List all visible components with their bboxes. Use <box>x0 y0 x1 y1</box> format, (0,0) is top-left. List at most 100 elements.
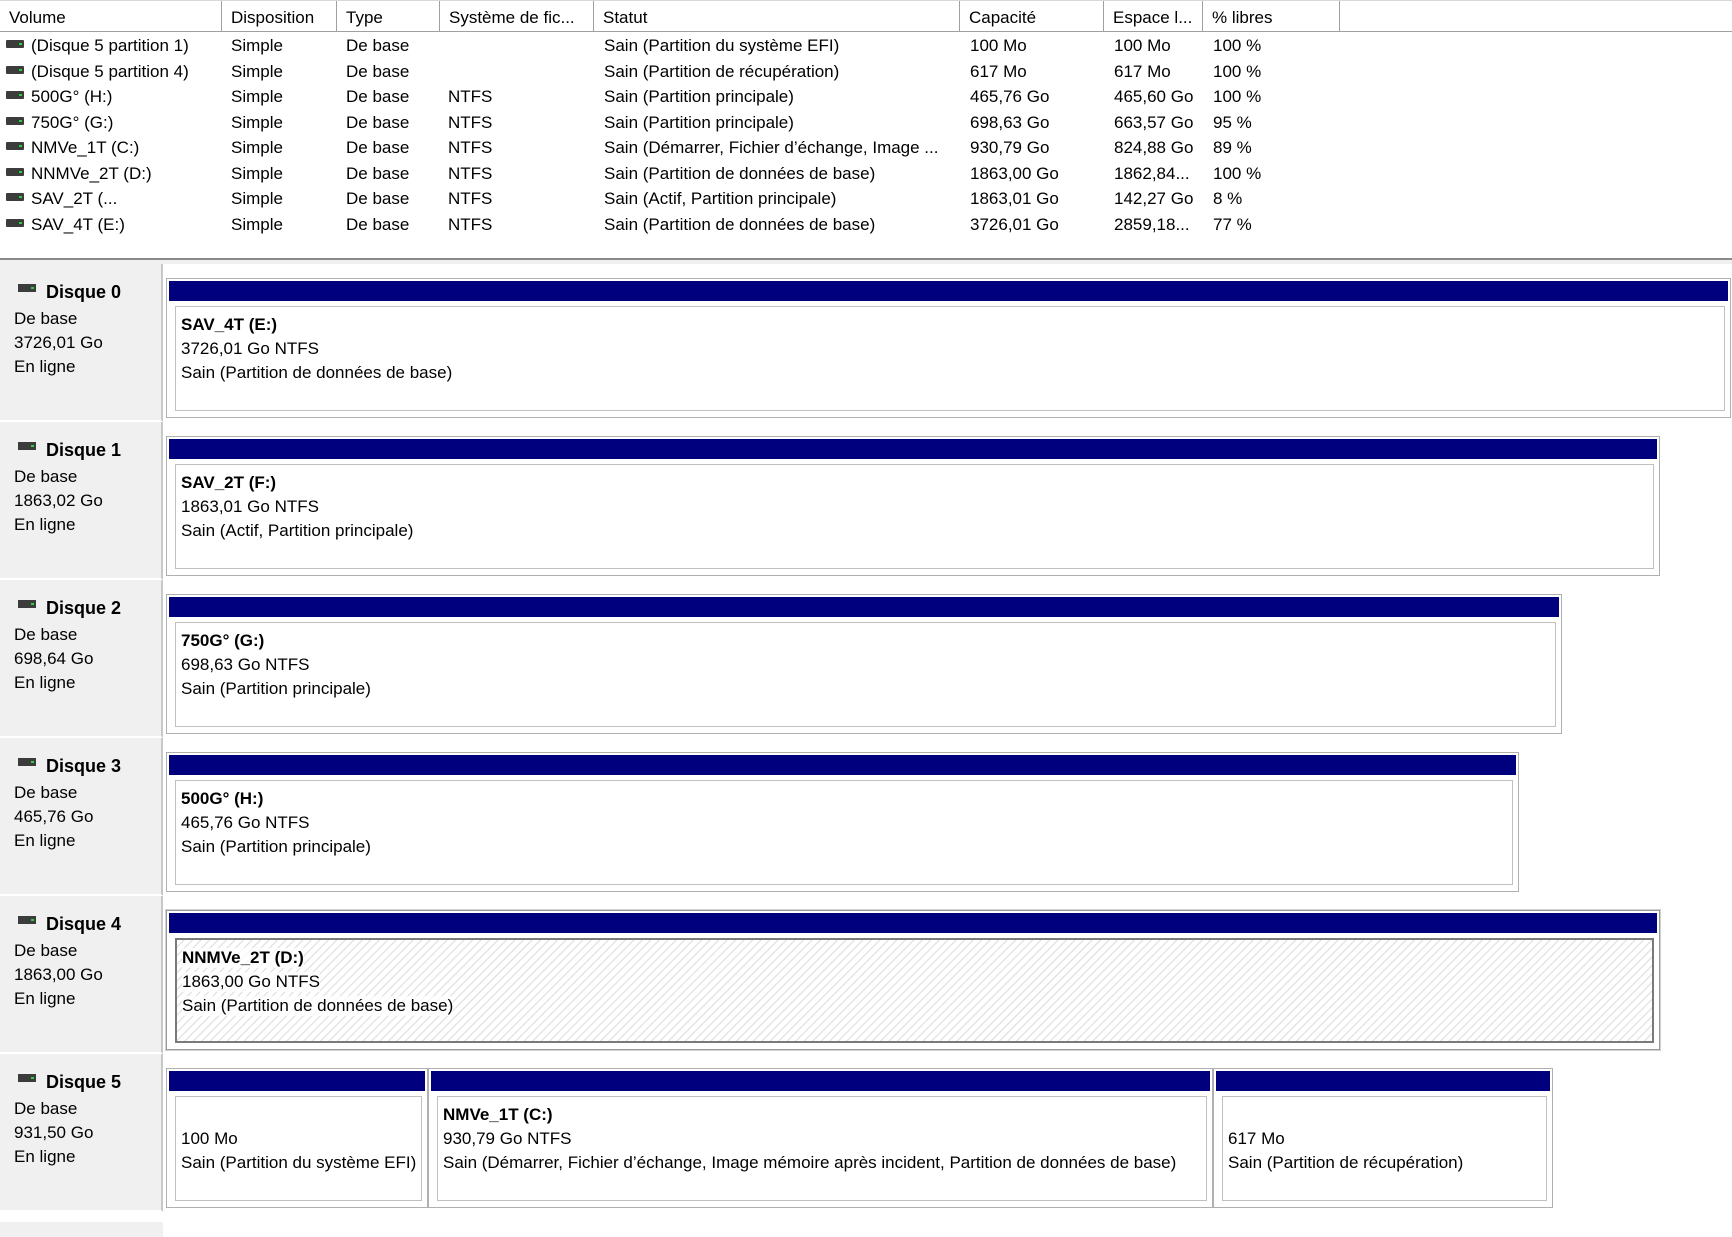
volume-list-header: Volume Disposition Type Système de fic..… <box>0 0 1732 32</box>
partition-block[interactable]: 750G° (G:) 698,63 Go NTFS Sain (Partition … <box>166 594 1562 734</box>
volume-cell-capacite: 1863,01 Go <box>970 189 1059 208</box>
volume-cell-fs: NTFS <box>448 138 493 157</box>
partition-strip: 750G° (G:) 698,63 Go NTFS Sain (Partition … <box>166 580 1732 738</box>
volume-cell-statut: Sain (Actif, Partition principale) <box>604 189 837 208</box>
disk-label-panel[interactable]: Disque 0 De base 3726,01 Go En ligne <box>0 264 163 422</box>
partition-block[interactable]: NMVe_1T (C:) 930,79 Go NTFS Sain (Démarrer… <box>428 1068 1213 1208</box>
volume-cell-volume: 750G° (G:) <box>31 112 114 132</box>
volume-row[interactable]: NNMVe_2T (D:) Simple De base NTFS Sain (Part… <box>0 161 1732 186</box>
volume-cell-espace: 663,57 Go <box>1114 112 1194 132</box>
volume-row[interactable]: 750G° (G:) Simple De base NTFS Sain (Partiti… <box>0 110 1732 135</box>
volume-cell-libres: 95 % <box>1213 112 1252 132</box>
disk-row: Disque 4 De base 1863,00 Go En ligne NNMVe_2… <box>0 896 1732 1054</box>
volume-cell-volume: NMVe_1T (C:) <box>31 138 140 157</box>
partition-size: 3726,01 Go NTFS <box>181 339 319 358</box>
volume-cell-capacite: 1863,00 Go <box>970 163 1059 183</box>
volume-cell-disposition: Simple <box>231 112 283 132</box>
disk-type: De base <box>14 309 78 328</box>
column-header-capacity[interactable]: Capacité <box>960 1 1104 31</box>
disk-graphical-view: Disque 0 De base 3726,01 Go En ligne SAV_4T … <box>0 264 1732 1237</box>
partition-status: Sain (Démarrer, Fichier d’échange, Image… <box>443 1153 1177 1172</box>
partition-status: Sain (Partition principale) <box>181 837 371 856</box>
partition-status: Sain (Partition du système EFI) <box>181 1153 417 1172</box>
partition-status: Sain (Partition principale) <box>181 679 371 698</box>
volume-cell-disposition: Simple <box>231 214 283 234</box>
volume-cell-capacite: 465,76 Go <box>970 87 1050 106</box>
disk-state: En ligne <box>14 831 76 850</box>
volume-cell-capacite: 930,79 Go <box>970 138 1050 157</box>
volume-row[interactable]: (Disque 5 partition 1) Simple De base Sain … <box>0 33 1732 58</box>
partition-block[interactable]: SAV_4T (E:) 3726,01 Go NTFS Sain (Partitio… <box>166 278 1731 418</box>
partition-body: 100 Mo Sain (Partition du système EFI) <box>175 1096 422 1201</box>
volume-row[interactable]: SAV_4T (E:) Simple De base NTFS Sain (Partit… <box>0 212 1732 237</box>
volume-cell-disposition: Simple <box>231 163 283 183</box>
partition-header-bar <box>169 281 1728 301</box>
volume-row[interactable]: 500G° (H:) Simple De base NTFS Sain (Partiti… <box>0 84 1732 109</box>
volume-cell-type: De base <box>346 112 410 132</box>
partition-name: SAV_4T (E:) <box>181 315 278 334</box>
partition-block[interactable]: 617 Mo Sain (Partition de récupération) <box>1213 1068 1553 1208</box>
disk-row: Disque 3 De base 465,76 Go En ligne 500G° (H… <box>0 738 1732 896</box>
disk-drive-icon <box>18 916 36 924</box>
volume-cell-type: De base <box>346 189 410 208</box>
partition-header-bar <box>169 755 1516 775</box>
volume-cell-statut: Sain (Démarrer, Fichier d’échange, Image… <box>604 138 939 157</box>
partition-body: NNMVe_2T (D:) 1863,00 Go NTFS Sain (Partit… <box>175 938 1654 1043</box>
column-header-type[interactable]: Type <box>337 1 440 31</box>
volume-cell-fs: NTFS <box>448 189 493 208</box>
disk-state: En ligne <box>14 515 76 534</box>
column-header-disposition[interactable]: Disposition <box>222 1 337 31</box>
disk-row: Disque 2 De base 698,64 Go En ligne 750G° (G… <box>0 580 1732 738</box>
partition-header-bar <box>169 1071 425 1091</box>
partition-strip: 100 Mo Sain (Partition du système EFI) NMV… <box>166 1054 1732 1212</box>
volume-cell-espace: 824,88 Go <box>1114 138 1194 157</box>
disk-label-panel[interactable]: Disque 2 De base 698,64 Go En ligne <box>0 580 163 738</box>
partition-block[interactable]: 500G° (H:) 465,76 Go NTFS Sain (Partition … <box>166 752 1519 892</box>
partition-status: Sain (Actif, Partition principale) <box>181 521 414 540</box>
partition-block[interactable]: 100 Mo Sain (Partition du système EFI) <box>166 1068 428 1208</box>
volume-cell-volume: (Disque 5 partition 1) <box>31 36 189 55</box>
column-header-percent-free[interactable]: % libres <box>1203 1 1340 31</box>
disk-size: 465,76 Go <box>14 807 94 826</box>
partition-header-bar <box>1216 1071 1550 1091</box>
partition-strip: 500G° (H:) 465,76 Go NTFS Sain (Partition … <box>166 738 1732 896</box>
volume-cell-statut: Sain (Partition principale) <box>604 87 794 106</box>
disk-name: Disque 1 <box>46 440 122 460</box>
disk-label-panel[interactable]: Disque 4 De base 1863,00 Go En ligne <box>0 896 163 1054</box>
partition-strip: SAV_2T (F:) 1863,01 Go NTFS Sain (Actif, P… <box>166 422 1732 580</box>
partition-status: Sain (Partition de récupération) <box>1228 1153 1464 1172</box>
disk-name: Disque 4 <box>46 914 122 934</box>
volume-row[interactable]: (Disque 5 partition 4) Simple De base Sain … <box>0 59 1732 84</box>
disk-state: En ligne <box>14 673 76 692</box>
volume-cell-disposition: Simple <box>231 36 283 55</box>
volume-cell-statut: Sain (Partition du système EFI) <box>604 36 840 55</box>
disk-type: De base <box>14 941 78 960</box>
volume-list: Volume Disposition Type Système de fic..… <box>0 0 1732 259</box>
disk-label-panel[interactable]: Disque 1 De base 1863,02 Go En ligne <box>0 422 163 580</box>
disk-drive-icon <box>18 758 36 766</box>
volume-cell-type: De base <box>346 61 410 81</box>
volume-cell-capacite: 617 Mo <box>970 61 1027 81</box>
partition-size: 1863,01 Go NTFS <box>181 497 319 516</box>
column-header-volume[interactable]: Volume <box>0 1 222 31</box>
disk-name: Disque 0 <box>46 282 122 302</box>
volume-row[interactable]: SAV_2T (... Simple De base NTFS Sain (Actif,… <box>0 186 1732 211</box>
volume-row[interactable]: NMVe_1T (C:) Simple De base NTFS Sain (Démar… <box>0 135 1732 160</box>
disk-label-panel[interactable]: Disque 5 De base 931,50 Go En ligne <box>0 1054 163 1212</box>
partition-header-bar <box>169 597 1559 617</box>
partition-body: 750G° (G:) 698,63 Go NTFS Sain (Partition … <box>175 622 1556 727</box>
volume-cell-type: De base <box>346 163 410 183</box>
disk-type: De base <box>14 467 78 486</box>
disk-row: Disque 5 De base 931,50 Go En ligne 100 Mo Sa… <box>0 1054 1732 1212</box>
volume-cell-capacite: 100 Mo <box>970 36 1027 55</box>
column-header-status[interactable]: Statut <box>594 1 960 31</box>
volume-cell-disposition: Simple <box>231 87 283 106</box>
disk-label-panel[interactable]: Disque 3 De base 465,76 Go En ligne <box>0 738 163 896</box>
column-header-free-space[interactable]: Espace l... <box>1104 1 1203 31</box>
column-header-filesystem[interactable]: Système de fic... <box>440 1 594 31</box>
disk-row: Disque 0 De base 3726,01 Go En ligne SAV_4T … <box>0 264 1732 422</box>
volume-cell-libres: 89 % <box>1213 138 1252 157</box>
partition-block[interactable]: NNMVe_2T (D:) 1863,00 Go NTFS Sain (Partit… <box>166 910 1660 1050</box>
partition-block[interactable]: SAV_2T (F:) 1863,01 Go NTFS Sain (Actif, P… <box>166 436 1660 576</box>
volume-cell-type: De base <box>346 87 410 106</box>
